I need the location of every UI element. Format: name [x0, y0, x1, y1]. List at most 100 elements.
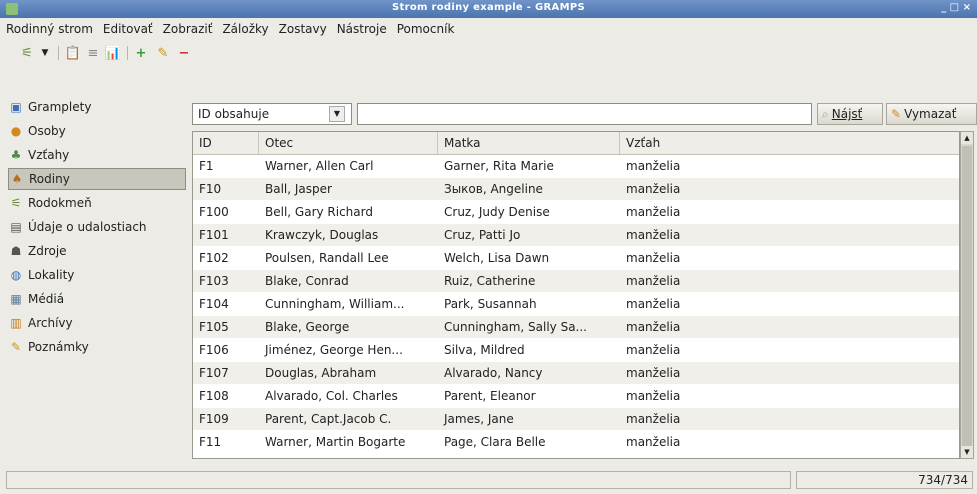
- menu-zostavy[interactable]: Zostavy: [273, 18, 331, 36]
- sidebar-item-label: Zdroje: [28, 244, 67, 258]
- menu-zalozky[interactable]: Záložky: [216, 18, 272, 36]
- chevron-down-icon[interactable]: ▼: [329, 106, 345, 122]
- column-header-id[interactable]: ID: [193, 132, 259, 154]
- toolbar: ⚟ ▼ 📋 ≡ 📊 + ✎ −: [0, 40, 977, 66]
- table-row[interactable]: F1 Warner, Allen Carl Garner, Rita Marie ma…: [193, 155, 959, 177]
- column-header-otec[interactable]: Otec: [259, 132, 438, 154]
- clear-button-label: Vymazať: [904, 107, 957, 121]
- table-cell: Parent, Capt.Jacob C.: [265, 412, 392, 426]
- menu-pomocnik[interactable]: Pomocník: [391, 18, 459, 36]
- table-cell: Jiménez, George Hen...: [265, 343, 403, 357]
- table-row[interactable]: F102 Poulsen, Randall Lee Welch, Lisa Dawn…: [193, 247, 959, 269]
- table-cell: manželia: [626, 343, 681, 357]
- table-cell: manželia: [626, 159, 681, 173]
- sidebar-item-osoby[interactable]: ● Osoby: [8, 120, 188, 142]
- search-input[interactable]: [357, 103, 812, 125]
- sidebar-item-label: Médiá: [28, 292, 65, 306]
- sidebar-item-poznamky[interactable]: ✎ Poznámky: [8, 336, 188, 358]
- table-cell: manželia: [626, 412, 681, 426]
- window-titlebar[interactable]: Strom rodiny example - GRAMPS _ □ ×: [0, 0, 977, 18]
- table-cell: F107: [199, 366, 229, 380]
- table-cell: Cruz, Judy Denise: [444, 205, 550, 219]
- find-button[interactable]: ⌕ Nájsť: [817, 103, 883, 125]
- statusbar: 734/734: [0, 470, 977, 492]
- table-row[interactable]: F100 Bell, Gary Richard Cruz, Judy Denise m…: [193, 201, 959, 223]
- table-row[interactable]: F11 Warner, Martin Bogarte Page, Clara Bel…: [193, 431, 959, 453]
- table-cell: manželia: [626, 182, 681, 196]
- person-icon: ●: [10, 124, 22, 138]
- table-cell: F109: [199, 412, 229, 426]
- sidebar-item-zdroje[interactable]: ☗ Zdroje: [8, 240, 188, 262]
- sidebar-item-gramplety[interactable]: ▣ Gramplety: [8, 96, 188, 118]
- sidebar-item-label: Údaje o udalostiach: [28, 220, 147, 234]
- remove-icon[interactable]: −: [175, 44, 193, 62]
- table-cell: F11: [199, 435, 222, 449]
- search-filter-select[interactable]: ID obsahuje ▼: [192, 103, 352, 125]
- table-cell: Cunningham, William...: [265, 297, 405, 311]
- add-icon[interactable]: +: [132, 44, 150, 62]
- table-row[interactable]: F109 Parent, Capt.Jacob C. James, Jane manž…: [193, 408, 959, 430]
- table-row[interactable]: F107 Douglas, Abraham Alvarado, Nancy manže…: [193, 362, 959, 384]
- sidebar-item-archivy[interactable]: ▥ Archívy: [8, 312, 188, 334]
- table-cell: Krawczyk, Douglas: [265, 228, 379, 242]
- table-cell: Warner, Allen Carl: [265, 159, 374, 173]
- vertical-scrollbar[interactable]: ▲ ▼: [960, 131, 974, 459]
- tree-view-icon[interactable]: ⚟: [18, 44, 36, 62]
- menu-editovat[interactable]: Editovať: [97, 18, 157, 36]
- menu-nastroje[interactable]: Nástroje: [331, 18, 391, 36]
- table-cell: F104: [199, 297, 229, 311]
- chevron-down-icon[interactable]: ▼: [36, 44, 54, 62]
- sidebar-item-rodokmen[interactable]: ⚟ Rodokmeň: [8, 192, 188, 214]
- table-cell: F105: [199, 320, 229, 334]
- table-header: ID Otec Matka Vzťah: [193, 132, 959, 155]
- sidebar-item-media[interactable]: ▦ Médiá: [8, 288, 188, 310]
- clipboard-icon[interactable]: 📋: [64, 44, 82, 62]
- column-header-vztah[interactable]: Vzťah: [620, 132, 959, 154]
- sidebar-item-label: Poznámky: [28, 340, 89, 354]
- edit-note-icon[interactable]: ≡: [84, 44, 102, 62]
- clear-button[interactable]: ✎ Vymazať: [886, 103, 977, 125]
- table-cell: Alvarado, Col. Charles: [265, 389, 398, 403]
- table-cell: Зыков, Angeline: [444, 182, 543, 196]
- sources-icon: ☗: [10, 244, 22, 258]
- column-header-matka[interactable]: Matka: [438, 132, 620, 154]
- table-cell: F1: [199, 159, 214, 173]
- search-icon: ⌕: [822, 106, 829, 121]
- menu-rodinny-strom[interactable]: Rodinný strom: [0, 18, 97, 36]
- menu-zobrazit[interactable]: Zobraziť: [157, 18, 217, 36]
- chart-icon[interactable]: 📊: [104, 44, 122, 62]
- window-controls[interactable]: _ □ ×: [941, 2, 971, 13]
- table-cell: Blake, George: [265, 320, 350, 334]
- sidebar-item-vztahy[interactable]: ♣ Vzťahy: [8, 144, 188, 166]
- table-row[interactable]: F10 Ball, Jasper Зыков, Angeline manželia: [193, 178, 959, 200]
- table-row[interactable]: F104 Cunningham, William... Park, Susannah…: [193, 293, 959, 315]
- scroll-down-icon[interactable]: ▼: [961, 446, 973, 458]
- sidebar-item-label: Rodokmeň: [28, 196, 92, 210]
- menubar: Rodinný strom Editovať Zobraziť Záložky Zost…: [0, 18, 977, 40]
- table-row[interactable]: F101 Krawczyk, Douglas Cruz, Patti Jo manže…: [193, 224, 959, 246]
- table-row[interactable]: F108 Alvarado, Col. Charles Parent, Eleano…: [193, 385, 959, 407]
- table-cell: Ball, Jasper: [265, 182, 332, 196]
- table-row[interactable]: F105 Blake, George Cunningham, Sally Sa...…: [193, 316, 959, 338]
- sidebar-item-udalosti[interactable]: ▤ Údaje o udalostiach: [8, 216, 188, 238]
- sidebar-item-label: Gramplety: [28, 100, 92, 114]
- table-cell: F10: [199, 182, 222, 196]
- table-cell: Silva, Mildred: [444, 343, 525, 357]
- find-button-label: Nájsť: [831, 107, 863, 121]
- sidebar-item-lokality[interactable]: ◍ Lokality: [8, 264, 188, 286]
- table-cell: manželia: [626, 205, 681, 219]
- record-count: 734/734: [796, 471, 973, 489]
- sidebar-item-label: Vzťahy: [28, 148, 70, 162]
- table-cell: Cunningham, Sally Sa...: [444, 320, 587, 334]
- scrollbar-thumb[interactable]: [962, 146, 972, 456]
- table-row[interactable]: F106 Jiménez, George Hen... Silva, Mildred…: [193, 339, 959, 361]
- scroll-up-icon[interactable]: ▲: [961, 132, 973, 144]
- table-row[interactable]: F103 Blake, Conrad Ruiz, Catherine manželia: [193, 270, 959, 292]
- table-cell: manželia: [626, 228, 681, 242]
- events-icon: ▤: [10, 220, 22, 234]
- table-cell: Park, Susannah: [444, 297, 537, 311]
- table-cell: Douglas, Abraham: [265, 366, 377, 380]
- sidebar-item-label: Lokality: [28, 268, 75, 282]
- edit-icon[interactable]: ✎: [154, 44, 172, 62]
- sidebar-item-rodiny[interactable]: ♠ Rodiny: [8, 168, 186, 190]
